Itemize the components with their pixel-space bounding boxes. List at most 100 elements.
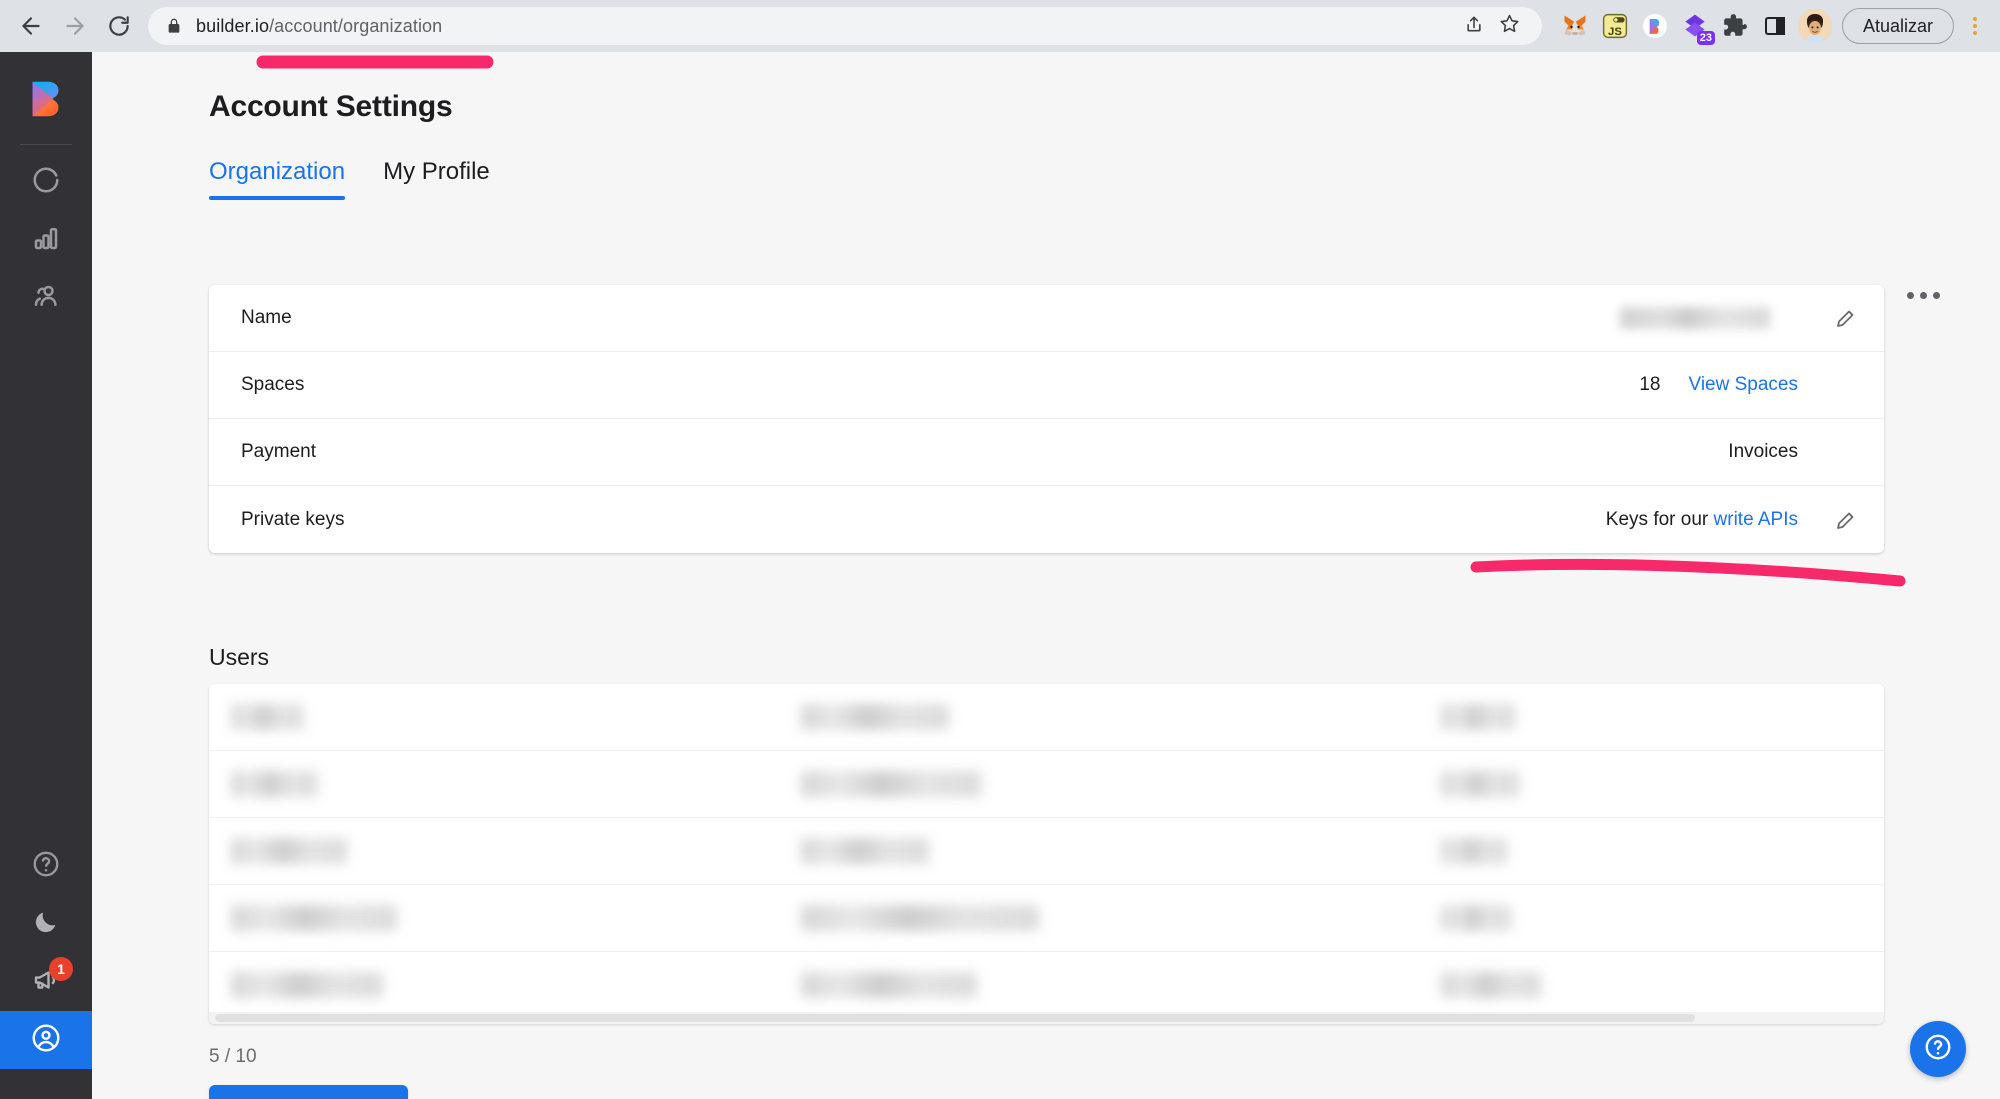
user-role-redacted xyxy=(1441,838,1507,864)
sidebar-item-users[interactable] xyxy=(0,269,92,327)
update-button-label: Atualizar xyxy=(1863,16,1933,37)
user-email-redacted xyxy=(801,771,981,797)
builder-extension-icon[interactable] xyxy=(1638,9,1672,43)
tab-my-profile[interactable]: My Profile xyxy=(383,158,490,200)
share-icon xyxy=(1464,14,1484,39)
user-email-redacted xyxy=(801,704,949,730)
sidebar-item-help[interactable] xyxy=(0,837,92,895)
main-content: Account Settings Organization My Profile… xyxy=(92,52,2000,1099)
settings-row-label: Name xyxy=(241,307,292,329)
megaphone-icon xyxy=(31,982,61,999)
settings-tabs: Organization My Profile xyxy=(209,158,490,200)
horizontal-scrollbar[interactable] xyxy=(209,1012,1884,1024)
settings-row-label: Spaces xyxy=(241,374,304,396)
address-bar[interactable]: builder.io/account/organization xyxy=(148,7,1542,45)
edit-name-button[interactable] xyxy=(1798,306,1858,330)
pagination-status: 5 / 10 xyxy=(209,1046,257,1068)
back-button[interactable] xyxy=(10,5,52,47)
user-name-redacted xyxy=(231,905,397,931)
extensions-puzzle-icon[interactable] xyxy=(1718,9,1752,43)
forward-button[interactable] xyxy=(54,5,96,47)
more-horizontal-icon xyxy=(1933,292,1940,299)
megaphone-wrap: 1 xyxy=(31,965,61,1000)
private-keys-prefix: Keys for our xyxy=(1606,509,1714,530)
kebab-dot xyxy=(1973,24,1977,28)
extension-badge-count: 23 xyxy=(1697,31,1715,45)
tab-my-profile-label: My Profile xyxy=(383,158,490,185)
sidebar-bottom-group: 1 xyxy=(0,837,92,1099)
javascript-extension-icon[interactable]: JS xyxy=(1598,9,1632,43)
spaces-count: 18 xyxy=(1639,374,1660,396)
organization-settings-card: Name Spaces 18 View Spaces Payment Invoi… xyxy=(209,285,1884,553)
bookmark-button[interactable] xyxy=(1492,8,1528,44)
metamask-extension-icon[interactable] xyxy=(1558,9,1592,43)
table-row[interactable] xyxy=(209,885,1884,952)
help-support-button[interactable] xyxy=(1910,1021,1966,1077)
table-row[interactable] xyxy=(209,684,1884,751)
table-row[interactable] xyxy=(209,751,1884,818)
pencil-icon xyxy=(1834,508,1858,532)
left-sidebar: 1 xyxy=(0,52,92,1099)
browser-menu-button[interactable] xyxy=(1960,8,1990,44)
sidebar-divider xyxy=(20,144,72,145)
sidebar-item-content[interactable] xyxy=(0,153,92,211)
purple-diamond-extension-icon[interactable]: 23 xyxy=(1678,9,1712,43)
url-path: /account/organization xyxy=(269,16,442,36)
bar-chart-icon xyxy=(31,223,61,258)
edit-private-keys-button[interactable] xyxy=(1798,508,1858,532)
user-role-redacted xyxy=(1441,972,1541,998)
moon-icon xyxy=(32,908,60,941)
user-role-redacted xyxy=(1441,905,1511,931)
add-new-user-button[interactable]: Add New User xyxy=(209,1085,408,1099)
kebab-dot xyxy=(1973,17,1977,21)
url-host: builder.io xyxy=(196,16,269,36)
user-email-redacted xyxy=(801,838,929,864)
user-name-redacted xyxy=(231,771,317,797)
update-button[interactable]: Atualizar xyxy=(1842,8,1954,44)
write-apis-link[interactable]: write APIs xyxy=(1714,509,1798,530)
avatar[interactable] xyxy=(1798,9,1832,43)
url-text: builder.io/account/organization xyxy=(196,16,1456,37)
sidebar-item-announcements[interactable]: 1 xyxy=(0,953,92,1011)
reload-button[interactable] xyxy=(98,5,140,47)
table-row[interactable] xyxy=(209,818,1884,885)
sidebar-item-account[interactable] xyxy=(0,1011,92,1069)
user-name-redacted xyxy=(231,972,383,998)
sidebar-item-dark-mode[interactable] xyxy=(0,895,92,953)
settings-row-payment: Payment Invoices xyxy=(209,419,1884,486)
private-keys-description: Keys for our write APIs xyxy=(1606,509,1798,531)
tab-organization-label: Organization xyxy=(209,158,345,185)
scrollbar-thumb[interactable] xyxy=(215,1014,1695,1022)
tab-organization[interactable]: Organization xyxy=(209,158,345,200)
invoices-link[interactable]: Invoices xyxy=(1728,441,1798,463)
more-options-button[interactable] xyxy=(1907,292,1940,299)
lock-icon xyxy=(166,17,182,35)
side-panel-icon[interactable] xyxy=(1758,9,1792,43)
users-table xyxy=(209,684,1884,1024)
settings-row-label: Private keys xyxy=(241,509,344,531)
svg-text:JS: JS xyxy=(1608,26,1622,38)
user-name-redacted xyxy=(231,838,347,864)
help-circle-icon xyxy=(1923,1032,1953,1067)
settings-row-private-keys: Private keys Keys for our write APIs xyxy=(209,486,1884,553)
more-horizontal-icon xyxy=(1907,292,1914,299)
browser-toolbar: builder.io/account/organization xyxy=(0,0,2000,52)
question-circle-icon xyxy=(31,849,61,884)
star-icon xyxy=(1499,13,1520,39)
sidebar-item-insights[interactable] xyxy=(0,211,92,269)
settings-row-label: Payment xyxy=(241,441,316,463)
user-role-redacted xyxy=(1441,704,1515,730)
reload-icon xyxy=(106,13,132,39)
announcement-badge: 1 xyxy=(49,957,73,981)
builder-io-logo[interactable] xyxy=(21,74,71,124)
organization-name-value-redacted xyxy=(1620,307,1770,329)
share-button[interactable] xyxy=(1456,8,1492,44)
settings-row-spaces: Spaces 18 View Spaces xyxy=(209,352,1884,419)
user-name-redacted xyxy=(231,704,303,730)
users-heading: Users xyxy=(209,644,269,671)
pencil-icon xyxy=(1834,306,1858,330)
table-row[interactable] xyxy=(209,952,1884,1019)
user-email-redacted xyxy=(801,972,977,998)
view-spaces-link[interactable]: View Spaces xyxy=(1689,374,1799,396)
user-role-redacted xyxy=(1441,771,1519,797)
